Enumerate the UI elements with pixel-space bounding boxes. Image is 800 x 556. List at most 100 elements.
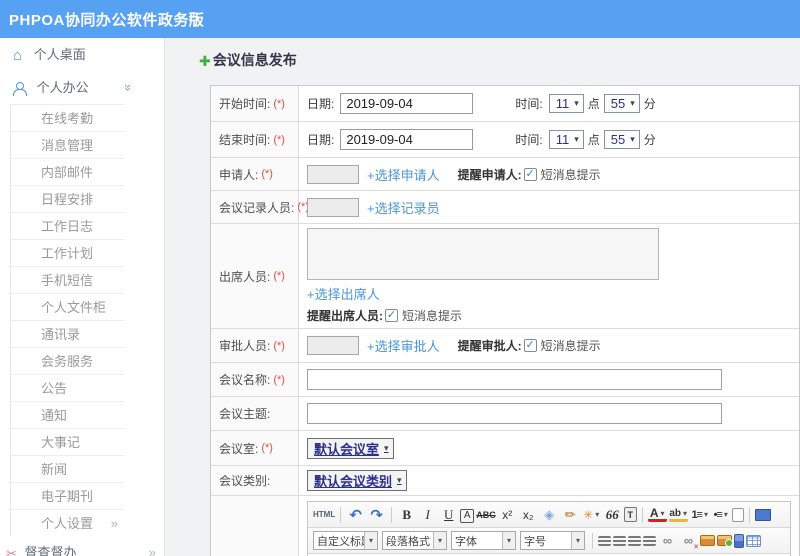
undo-button[interactable]: ↶ xyxy=(346,505,365,525)
sidebar-item-contacts[interactable]: 通讯录 xyxy=(11,320,124,347)
eraser-button[interactable]: ◈ xyxy=(540,505,559,525)
superscript-button[interactable]: x² xyxy=(498,505,517,525)
attendees-textarea[interactable] xyxy=(307,228,659,280)
meeting-category-select[interactable]: 默认会议类别 xyxy=(307,470,407,491)
sidebar-item-notice[interactable]: 通知 xyxy=(11,401,124,428)
font-border-button[interactable]: A xyxy=(460,508,475,523)
choose-approver-link[interactable]: +选择审批人 xyxy=(367,336,440,355)
chevron-down-icon xyxy=(433,532,446,549)
meeting-room-select[interactable]: 默认会议室 xyxy=(307,437,394,459)
meeting-name-input[interactable] xyxy=(307,369,722,390)
page-title: ✚ 会议信息发布 xyxy=(199,52,297,69)
paste-word-button[interactable]: T xyxy=(623,507,637,522)
app-title: PHPOA协同办公软件政务版 xyxy=(9,11,205,29)
toolbar-separator xyxy=(340,506,342,523)
date-label: 日期: xyxy=(307,97,335,111)
highlight-color-button[interactable]: ab xyxy=(668,507,688,522)
chevron-down-icon xyxy=(571,532,584,549)
sidebar-item-meeting-service[interactable]: 会务服务 xyxy=(11,347,124,374)
sidebar-item-attendance[interactable]: 在线考勤 xyxy=(11,104,124,131)
remind-attendees-checkbox[interactable]: ✓ xyxy=(385,309,398,322)
strikethrough-button[interactable]: ABC xyxy=(476,505,496,525)
sidebar-item-messages[interactable]: 消息管理 xyxy=(11,131,124,158)
underline-button[interactable]: U xyxy=(439,505,458,525)
form-row-recorder: 会议记录人员: (*) +选择记录员 xyxy=(211,191,799,224)
recorder-input[interactable] xyxy=(307,197,359,217)
blockquote-button[interactable]: 66 xyxy=(603,505,622,525)
fullscreen-icon[interactable] xyxy=(754,508,771,521)
insert-image-icon[interactable] xyxy=(717,535,733,547)
choose-attendees-link[interactable]: +选择出席人 xyxy=(307,284,380,303)
start-minute-select[interactable]: 55 xyxy=(603,94,640,113)
redo-button[interactable]: ↷ xyxy=(367,505,386,525)
sidebar: ⌂ 个人桌面 个人办公 » 在线考勤 消息管理 内部邮件 日程安排 工作日志 工… xyxy=(0,38,165,556)
form-row-meeting-subject: 会议主题: xyxy=(211,397,799,431)
rich-text-editor: HTML ↶ ↷ B I U A ABC x² x₂ ◈ ✏ ✳ ▾ 66 T … xyxy=(307,501,791,556)
sidebar-item-e-journal[interactable]: 电子期刊 xyxy=(11,482,124,509)
sidebar-item-schedule[interactable]: 日程安排 xyxy=(11,185,124,212)
align-justify-icon[interactable] xyxy=(643,535,656,546)
choose-recorder-link[interactable]: +选择记录员 xyxy=(367,198,440,217)
chevron-right-icon: » xyxy=(110,516,118,531)
font-family-select[interactable]: 字体 xyxy=(451,531,516,550)
sidebar-submenu: 在线考勤 消息管理 内部邮件 日程安排 工作日志 工作计划 手机短信 个人文件柜… xyxy=(10,104,164,536)
form-row-approver: 审批人员: (*) +选择审批人 提醒审批人: ✓ 短消息提示 xyxy=(211,329,799,363)
required-mark: (*) xyxy=(273,133,285,146)
bold-button[interactable]: B xyxy=(397,505,416,525)
end-minute-select[interactable]: 55 xyxy=(603,130,640,149)
align-right-icon[interactable] xyxy=(628,535,641,546)
end-hour-select[interactable]: 11 xyxy=(548,130,584,149)
sidebar-item-news[interactable]: 新闻 xyxy=(11,455,124,482)
end-date-input[interactable] xyxy=(340,129,474,150)
font-size-select[interactable]: 字号 xyxy=(520,531,585,550)
unordered-list-button[interactable]: •≡ xyxy=(711,505,730,525)
sidebar-item-internal-mail[interactable]: 内部邮件 xyxy=(11,158,124,185)
paragraph-format-select[interactable]: 段落格式 xyxy=(382,531,447,550)
start-hour-select[interactable]: 11 xyxy=(548,94,584,113)
subscript-button[interactable]: x₂ xyxy=(519,505,538,525)
align-left-icon[interactable] xyxy=(598,535,611,546)
custom-title-select[interactable]: 自定义标题 xyxy=(313,531,378,550)
form-row-meeting-name: 会议名称: (*) xyxy=(211,363,799,397)
date-label: 日期: xyxy=(307,133,335,147)
menu-toggle-icon[interactable]: ≡ xyxy=(188,7,199,29)
chevron-down-icon: » xyxy=(120,83,136,92)
add-icon: ✚ xyxy=(199,53,211,69)
remind-applicant-checkbox[interactable]: ✓ xyxy=(523,167,537,181)
choose-applicant-link[interactable]: +选择申请人 xyxy=(367,165,440,184)
start-date-input[interactable] xyxy=(340,93,474,114)
link-icon[interactable]: ∞ xyxy=(658,531,677,551)
meeting-subject-input[interactable] xyxy=(307,403,722,424)
sidebar-item-work-plan[interactable]: 工作计划 xyxy=(11,239,124,266)
source-code-button[interactable]: HTML xyxy=(313,505,335,525)
new-document-icon[interactable] xyxy=(731,507,744,522)
applicant-input[interactable] xyxy=(307,164,359,184)
font-color-button[interactable]: A xyxy=(647,506,667,522)
form-row-applicant: 申请人: (*) +选择申请人 提醒申请人: ✓ 短消息提示 xyxy=(211,158,799,191)
image-icon[interactable] xyxy=(700,535,715,546)
sidebar-item-personal-desktop[interactable]: ⌂ 个人桌面 xyxy=(0,38,164,71)
italic-button[interactable]: I xyxy=(418,505,437,525)
ordered-list-button[interactable]: 1≡ xyxy=(690,505,709,525)
insert-table-icon[interactable] xyxy=(746,534,761,547)
sidebar-item-sms[interactable]: 手机短信 xyxy=(11,266,124,293)
sidebar-item-file-cabinet[interactable]: 个人文件柜 xyxy=(11,293,124,320)
sidebar-item-announcement[interactable]: 公告 xyxy=(11,374,124,401)
format-brush-button[interactable]: ✏ xyxy=(561,505,580,525)
sidebar-item-personal-settings[interactable]: 个人设置 » xyxy=(11,509,124,536)
unlink-icon[interactable]: ∞ xyxy=(679,531,699,551)
top-bar: PHPOA协同办公软件政务版 ≡ xyxy=(0,0,800,38)
remind-approver-checkbox[interactable]: ✓ xyxy=(523,339,537,352)
sidebar-item-events[interactable]: 大事记 xyxy=(11,428,124,455)
form-row-start-time: 开始时间:(*) 日期: 时间: 11 点 55 分 xyxy=(211,86,799,122)
sidebar-item-work-log[interactable]: 工作日志 xyxy=(11,212,124,239)
time-label: 时间: xyxy=(515,97,543,111)
sidebar-item-personal-office[interactable]: 个人办公 » xyxy=(0,71,164,104)
chevron-right-icon: » xyxy=(148,545,156,556)
meeting-form: 开始时间:(*) 日期: 时间: 11 点 55 分 结束时间:(*) 日期: … xyxy=(210,85,800,556)
approver-input[interactable] xyxy=(307,336,359,355)
sidebar-item-supervision[interactable]: ✂ 督查督办 » xyxy=(0,536,164,556)
auto-typeset-button[interactable]: ✳ xyxy=(582,505,601,525)
align-center-icon[interactable] xyxy=(613,535,626,546)
page-break-icon[interactable] xyxy=(734,533,744,548)
